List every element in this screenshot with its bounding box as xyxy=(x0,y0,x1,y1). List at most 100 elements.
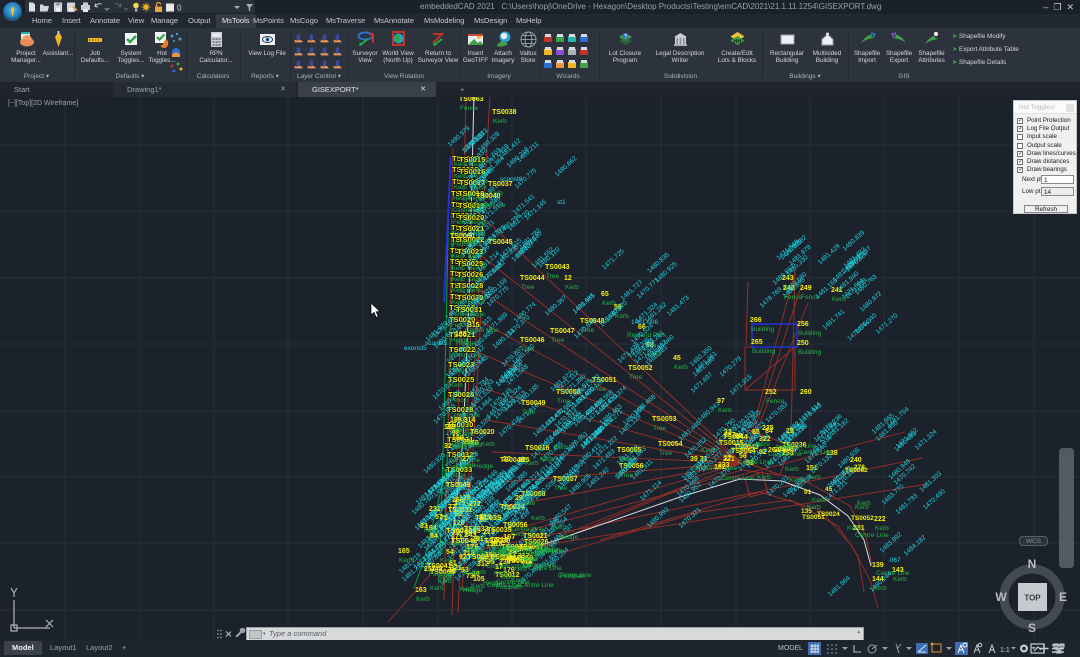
svg-text:Kerb: Kerb xyxy=(493,547,507,554)
svg-text:46: 46 xyxy=(448,568,456,575)
svg-text:252: 252 xyxy=(765,389,777,396)
svg-text:Centre Line: Centre Line xyxy=(855,532,889,539)
svg-text:250: 250 xyxy=(797,340,809,347)
svg-text:58: 58 xyxy=(735,433,743,440)
svg-text:Hedge: Hedge xyxy=(559,534,579,541)
svg-text:TS0047: TS0047 xyxy=(550,328,575,335)
svg-text:Kerb: Kerb xyxy=(756,441,770,448)
svg-text:Tree: Tree xyxy=(659,450,673,457)
svg-text:exonst5: exonst5 xyxy=(404,345,427,352)
svg-text:.067: .067 xyxy=(888,557,901,564)
svg-text:1470.544: 1470.544 xyxy=(846,319,871,343)
svg-text:Kerb: Kerb xyxy=(757,474,771,481)
svg-text:1471.114: 1471.114 xyxy=(639,479,664,502)
svg-text:163: 163 xyxy=(415,587,427,594)
svg-text:Kerb: Kerb xyxy=(553,524,567,531)
svg-text:Kerb: Kerb xyxy=(458,431,472,438)
svg-text:182: 182 xyxy=(714,464,726,471)
svg-text:Kerb: Kerb xyxy=(430,585,444,592)
svg-text:1470.279: 1470.279 xyxy=(718,355,743,379)
svg-text:Kerb: Kerb xyxy=(812,497,826,504)
svg-text:1478.769: 1478.769 xyxy=(759,286,784,310)
svg-text:1481.961: 1481.961 xyxy=(572,292,597,316)
svg-text:Centre Line: Centre Line xyxy=(472,202,506,209)
svg-text:54: 54 xyxy=(446,549,454,556)
svg-text:0: 0 xyxy=(177,4,182,13)
svg-text:Kerb: Kerb xyxy=(464,570,478,577)
svg-text:139: 139 xyxy=(872,562,884,569)
svg-text:Centre Line: Centre Line xyxy=(721,475,755,482)
svg-text:Kerb: Kerb xyxy=(847,525,861,532)
svg-text:Kerb: Kerb xyxy=(540,456,554,463)
svg-text:TS0038: TS0038 xyxy=(492,109,517,116)
svg-text:Hedge: Hedge xyxy=(456,340,476,347)
svg-text:45: 45 xyxy=(825,486,833,493)
svg-text:Kerb: Kerb xyxy=(785,466,799,473)
svg-text:Tree: Tree xyxy=(629,374,643,381)
svg-text:1481.473: 1481.473 xyxy=(666,294,691,318)
svg-text:Kerb: Kerb xyxy=(416,596,430,603)
svg-text:Kerb: Kerb xyxy=(531,515,545,522)
svg-text:25: 25 xyxy=(786,428,794,435)
svg-text:TS0046: TS0046 xyxy=(520,337,545,344)
svg-text:Kerb: Kerb xyxy=(438,574,452,581)
svg-text:S: S xyxy=(1028,621,1036,635)
svg-text:249: 249 xyxy=(800,285,812,292)
svg-text:Tree: Tree xyxy=(521,284,535,291)
svg-text:1480.972: 1480.972 xyxy=(859,290,884,314)
svg-text:TS0054: TS0054 xyxy=(658,441,683,448)
svg-text:TS0044: TS0044 xyxy=(520,275,545,282)
svg-text:84: 84 xyxy=(765,428,773,435)
svg-text:256: 256 xyxy=(797,321,809,328)
svg-text:278: 278 xyxy=(854,464,865,471)
svg-text:Building: Building xyxy=(752,348,776,355)
svg-text:Kerb: Kerb xyxy=(493,118,507,125)
svg-text:TS0020: TS0020 xyxy=(470,429,495,436)
svg-text:265: 265 xyxy=(751,339,763,346)
svg-text:32: 32 xyxy=(444,443,452,450)
svg-text:45: 45 xyxy=(673,355,681,362)
svg-text:st1: st1 xyxy=(557,199,566,206)
svg-text:Centre Line: Centre Line xyxy=(799,449,833,456)
svg-text:Tree: Tree xyxy=(521,346,535,353)
svg-text:91: 91 xyxy=(804,489,812,496)
svg-text:Kerb: Kerb xyxy=(460,586,474,593)
svg-text:TS0035: TS0035 xyxy=(487,527,512,534)
svg-text:1481.864: 1481.864 xyxy=(827,575,852,599)
svg-text:1480.367: 1480.367 xyxy=(544,294,569,318)
svg-text:1480.662: 1480.662 xyxy=(554,155,579,179)
svg-text:1481.793: 1481.793 xyxy=(894,492,919,516)
svg-text:Kerb: Kerb xyxy=(462,239,476,246)
svg-text:Centre Line: Centre Line xyxy=(738,459,772,466)
svg-text:17: 17 xyxy=(495,564,503,571)
svg-text:Centre Line: Centre Line xyxy=(520,582,554,589)
svg-text:Kerb: Kerb xyxy=(776,444,790,451)
svg-text:W: W xyxy=(995,590,1007,604)
svg-text:Kerb: Kerb xyxy=(468,442,482,449)
svg-text:1471.270: 1471.270 xyxy=(875,312,900,336)
svg-text:1471.725: 1471.725 xyxy=(601,248,626,272)
svg-text:92: 92 xyxy=(459,554,467,561)
svg-text:85: 85 xyxy=(752,429,760,436)
svg-text:Kerb: Kerb xyxy=(524,556,538,563)
svg-text:189 314: 189 314 xyxy=(450,417,475,424)
svg-text:1481.741: 1481.741 xyxy=(821,308,846,332)
svg-text:84: 84 xyxy=(430,533,438,540)
svg-text:TS0053: TS0053 xyxy=(652,416,677,423)
svg-text:225: 225 xyxy=(518,457,530,464)
svg-text:148: 148 xyxy=(431,566,443,573)
svg-text:Kerb: Kerb xyxy=(472,549,486,556)
svg-text:266: 266 xyxy=(750,317,762,324)
svg-text:1470.418: 1470.418 xyxy=(498,415,523,439)
svg-text:Tree: Tree xyxy=(546,273,560,280)
svg-text:Hedge: Hedge xyxy=(474,463,494,470)
svg-text:Tree: Tree xyxy=(653,425,667,432)
svg-text:TS0015: TS0015 xyxy=(719,440,744,447)
svg-text:Kerb: Kerb xyxy=(807,504,821,511)
svg-text:12: 12 xyxy=(564,275,572,282)
svg-text:Kerb: Kerb xyxy=(511,577,525,584)
svg-text:Building: Building xyxy=(751,326,775,333)
svg-text:Kerb: Kerb xyxy=(481,441,495,448)
svg-text:Building: Building xyxy=(798,330,822,337)
svg-text:Kerb: Kerb xyxy=(789,477,803,484)
